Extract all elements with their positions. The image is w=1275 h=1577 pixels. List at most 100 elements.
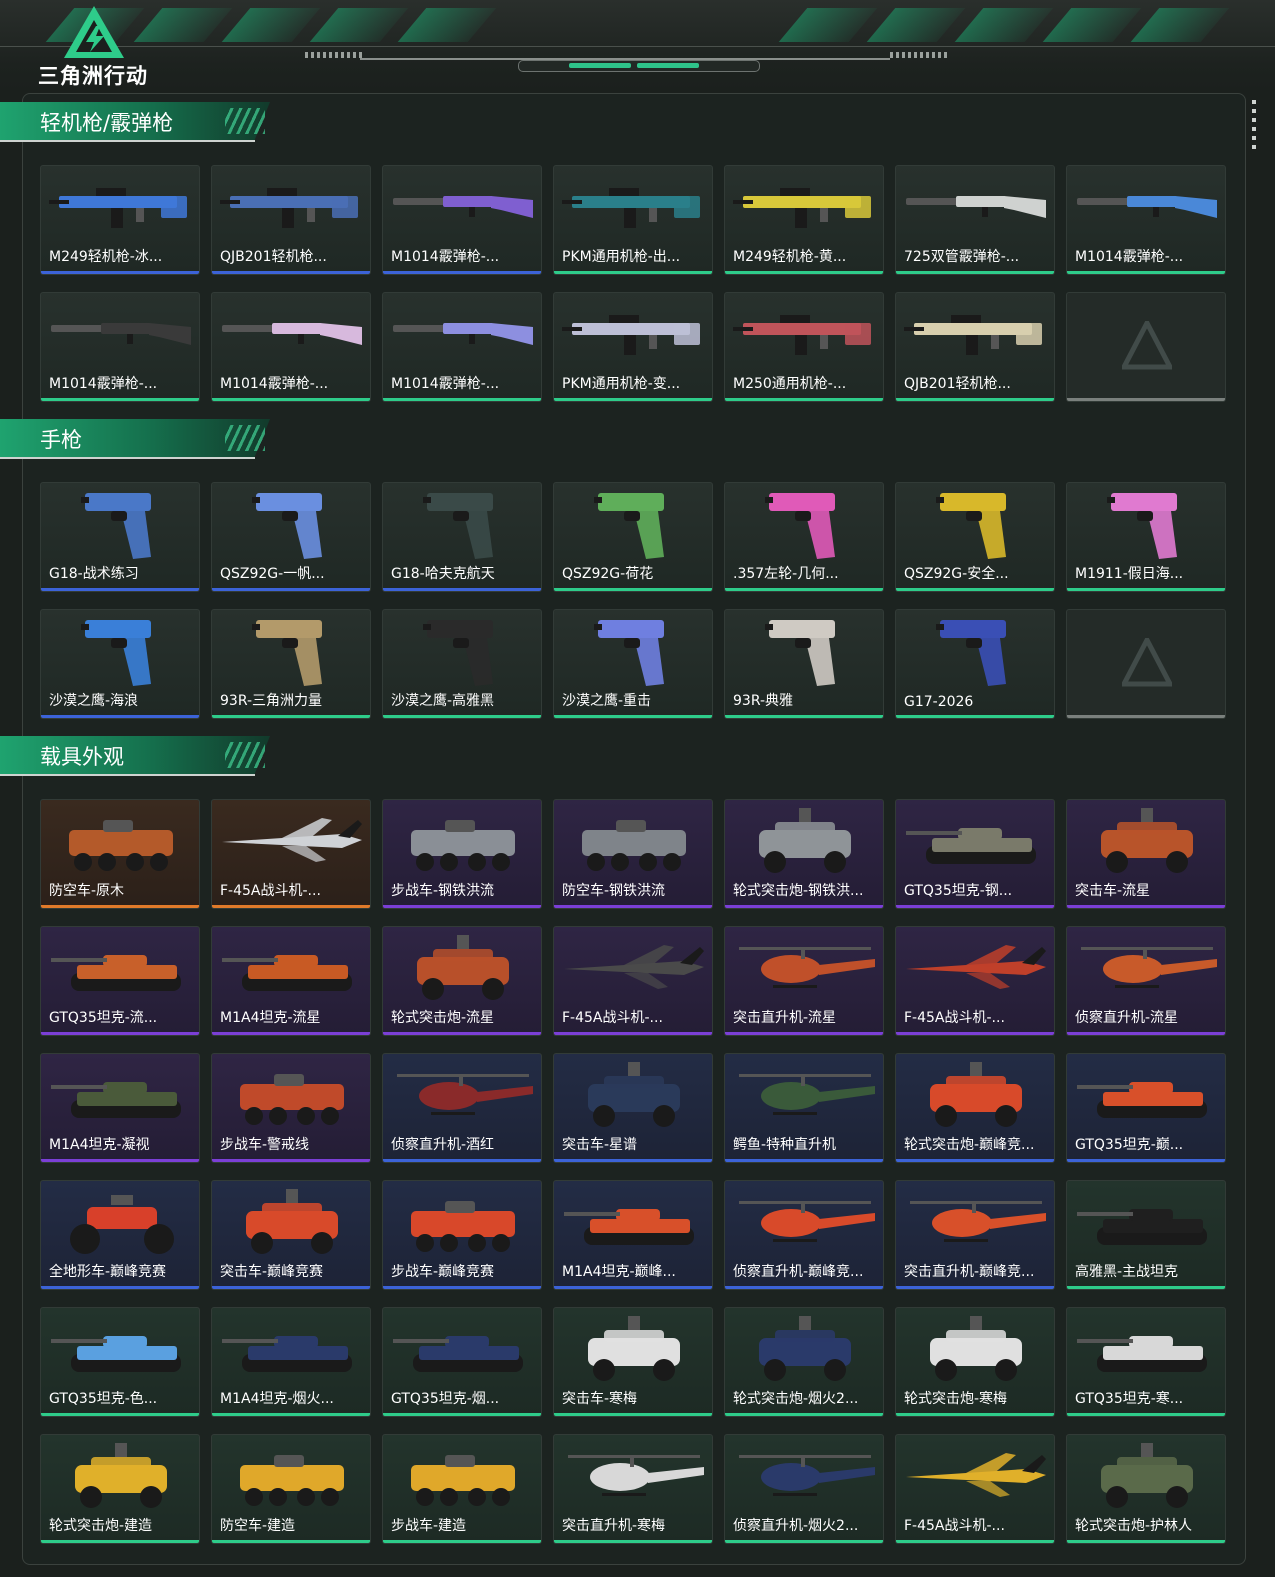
skin-card[interactable]: 沙漠之鹰-海浪 xyxy=(40,609,200,719)
skin-card[interactable]: 防空车-钢铁洪流 xyxy=(553,799,713,909)
rarity-bar xyxy=(725,715,883,718)
skin-card[interactable]: 突击车-巅峰竞赛 xyxy=(211,1180,371,1290)
skin-name: 轮式突击炮-烟火2... xyxy=(733,1391,859,1407)
truck-image xyxy=(75,1443,167,1508)
skin-card[interactable]: GTQ35坦克-烟... xyxy=(382,1307,542,1417)
skin-card[interactable]: GTQ35坦克-色... xyxy=(40,1307,200,1417)
skin-card[interactable]: M250通用机枪-... xyxy=(724,292,884,402)
rarity-bar xyxy=(41,1286,199,1289)
section-title: 载具外观 xyxy=(40,745,124,769)
skin-card[interactable]: .357左轮-几何... xyxy=(724,482,884,592)
skin-card[interactable]: 沙漠之鹰-高雅黑 xyxy=(382,609,542,719)
skin-card[interactable]: PKM通用机枪-变... xyxy=(553,292,713,402)
vehicle-grid: 防空车-原木 F-45A战斗机-... 步战车-钢铁洪流 防空车-钢铁洪流 轮式… xyxy=(40,799,1226,1544)
rarity-bar xyxy=(212,271,370,274)
skin-card[interactable]: 轮式突击炮-巅峰竞... xyxy=(895,1053,1055,1163)
section-header-pistol: 手枪 xyxy=(0,419,280,459)
skin-card[interactable]: 轮式突击炮-护林人 xyxy=(1066,1434,1226,1544)
skin-card[interactable]: 突击车-寒梅 xyxy=(553,1307,713,1417)
skin-name: 步战车-钢铁洪流 xyxy=(391,883,495,899)
skin-card[interactable]: QJB201轻机枪... xyxy=(895,292,1055,402)
skin-card[interactable]: 轮式突击炮-寒梅 xyxy=(895,1307,1055,1417)
logo-text: 三角洲行动 xyxy=(38,64,148,88)
skin-card[interactable]: M1A4坦克-巅峰... xyxy=(553,1180,713,1290)
skin-card[interactable]: M1A4坦克-流星 xyxy=(211,926,371,1036)
skin-card[interactable]: M1014霰弹枪-... xyxy=(1066,165,1226,275)
skin-card[interactable]: 突击车-星谱 xyxy=(553,1053,713,1163)
skin-card[interactable]: 防空车-原木 xyxy=(40,799,200,909)
skin-card[interactable]: QJB201轻机枪... xyxy=(211,165,371,275)
skin-card[interactable]: M1A4坦克-凝视 xyxy=(40,1053,200,1163)
skin-name: 轮式突击炮-钢铁洪... xyxy=(733,883,864,899)
skin-card[interactable]: 93R-三角洲力量 xyxy=(211,609,371,719)
tank-image xyxy=(1077,1082,1207,1118)
skin-card[interactable]: F-45A战斗机-... xyxy=(895,926,1055,1036)
skin-card[interactable]: M1911-假日海... xyxy=(1066,482,1226,592)
skin-name: 轮式突击炮-护林人 xyxy=(1075,1518,1193,1534)
heli-image xyxy=(739,1455,875,1496)
skin-name: PKM通用机枪-变... xyxy=(562,376,681,392)
skin-name: 步战车-警戒线 xyxy=(220,1137,310,1153)
skin-card[interactable]: 全地形车-巅峰竞赛 xyxy=(40,1180,200,1290)
pistol-image xyxy=(594,620,664,686)
skin-name: GTQ35坦克-流... xyxy=(49,1010,158,1026)
skin-card[interactable]: QSZ92G-安全... xyxy=(895,482,1055,592)
skin-card[interactable]: F-45A战斗机-... xyxy=(553,926,713,1036)
skin-card[interactable]: GTQ35坦克-钢... xyxy=(895,799,1055,909)
skin-card[interactable]: 轮式突击炮-钢铁洪... xyxy=(724,799,884,909)
skin-card[interactable]: GTQ35坦克-寒... xyxy=(1066,1307,1226,1417)
skin-card[interactable]: M1A4坦克-烟火... xyxy=(211,1307,371,1417)
rarity-bar xyxy=(554,1540,712,1543)
skin-name: 侦察直升机-巅峰竞... xyxy=(733,1264,864,1280)
skin-card[interactable]: 突击车-流星 xyxy=(1066,799,1226,909)
skin-card[interactable]: G18-哈夫克航天 xyxy=(382,482,542,592)
skin-card[interactable]: 侦察直升机-烟火2... xyxy=(724,1434,884,1544)
skin-card[interactable]: M1014霰弹枪-... xyxy=(40,292,200,402)
skin-card[interactable]: 突击直升机-寒梅 xyxy=(553,1434,713,1544)
skin-card[interactable]: M1014霰弹枪-... xyxy=(382,165,542,275)
skin-name: 突击直升机-巅峰竞... xyxy=(904,1264,1035,1280)
skin-card[interactable]: G18-战术练习 xyxy=(40,482,200,592)
skin-card[interactable]: QSZ92G-一帆... xyxy=(211,482,371,592)
skin-card[interactable]: M249轻机枪-冰... xyxy=(40,165,200,275)
skin-card[interactable]: QSZ92G-荷花 xyxy=(553,482,713,592)
skin-card[interactable]: 步战车-警戒线 xyxy=(211,1053,371,1163)
skin-card[interactable]: 突击直升机-巅峰竞... xyxy=(895,1180,1055,1290)
header-ticks-left xyxy=(305,52,365,58)
rarity-bar xyxy=(1067,715,1225,718)
skin-name: 725双管霰弹枪-... xyxy=(904,249,1020,265)
skin-card[interactable]: GTQ35坦克-巅... xyxy=(1066,1053,1226,1163)
skin-card[interactable]: 93R-典雅 xyxy=(724,609,884,719)
scrollbar-dots[interactable] xyxy=(1252,100,1256,150)
skin-card[interactable]: 侦察直升机-流星 xyxy=(1066,926,1226,1036)
skin-card[interactable]: G17-2026 xyxy=(895,609,1055,719)
skin-card[interactable]: 防空车-建造 xyxy=(211,1434,371,1544)
skin-name: F-45A战斗机-... xyxy=(904,1010,1005,1026)
rarity-bar xyxy=(1067,1159,1225,1162)
skin-card[interactable]: F-45A战斗机-... xyxy=(211,799,371,909)
skin-card[interactable]: 侦察直升机-酒红 xyxy=(382,1053,542,1163)
skin-card[interactable]: 步战车-建造 xyxy=(382,1434,542,1544)
rarity-bar xyxy=(212,588,370,591)
skin-name: M249轻机枪-冰... xyxy=(49,249,163,265)
skin-card[interactable]: 突击直升机-流星 xyxy=(724,926,884,1036)
skin-card[interactable]: 轮式突击炮-流星 xyxy=(382,926,542,1036)
skin-card[interactable]: 鳄鱼-特种直升机 xyxy=(724,1053,884,1163)
skin-card[interactable]: M1014霰弹枪-... xyxy=(382,292,542,402)
skin-card[interactable]: GTQ35坦克-流... xyxy=(40,926,200,1036)
tank-image xyxy=(393,1336,523,1372)
skin-card[interactable]: F-45A战斗机-... xyxy=(895,1434,1055,1544)
skin-card[interactable]: 轮式突击炮-建造 xyxy=(40,1434,200,1544)
skin-card[interactable]: 步战车-巅峰竞赛 xyxy=(382,1180,542,1290)
skin-card[interactable]: M1014霰弹枪-... xyxy=(211,292,371,402)
skin-card[interactable]: 沙漠之鹰-重击 xyxy=(553,609,713,719)
skin-card[interactable]: 725双管霰弹枪-... xyxy=(895,165,1055,275)
skin-card[interactable]: M249轻机枪-黄... xyxy=(724,165,884,275)
skin-card[interactable]: PKM通用机枪-出... xyxy=(553,165,713,275)
skin-card[interactable]: 侦察直升机-巅峰竞... xyxy=(724,1180,884,1290)
skin-name: 突击直升机-寒梅 xyxy=(562,1518,666,1534)
skin-card[interactable]: 步战车-钢铁洪流 xyxy=(382,799,542,909)
skin-card[interactable]: 轮式突击炮-烟火2... xyxy=(724,1307,884,1417)
skin-card[interactable]: 高雅黑-主战坦克 xyxy=(1066,1180,1226,1290)
rarity-bar xyxy=(41,1159,199,1162)
